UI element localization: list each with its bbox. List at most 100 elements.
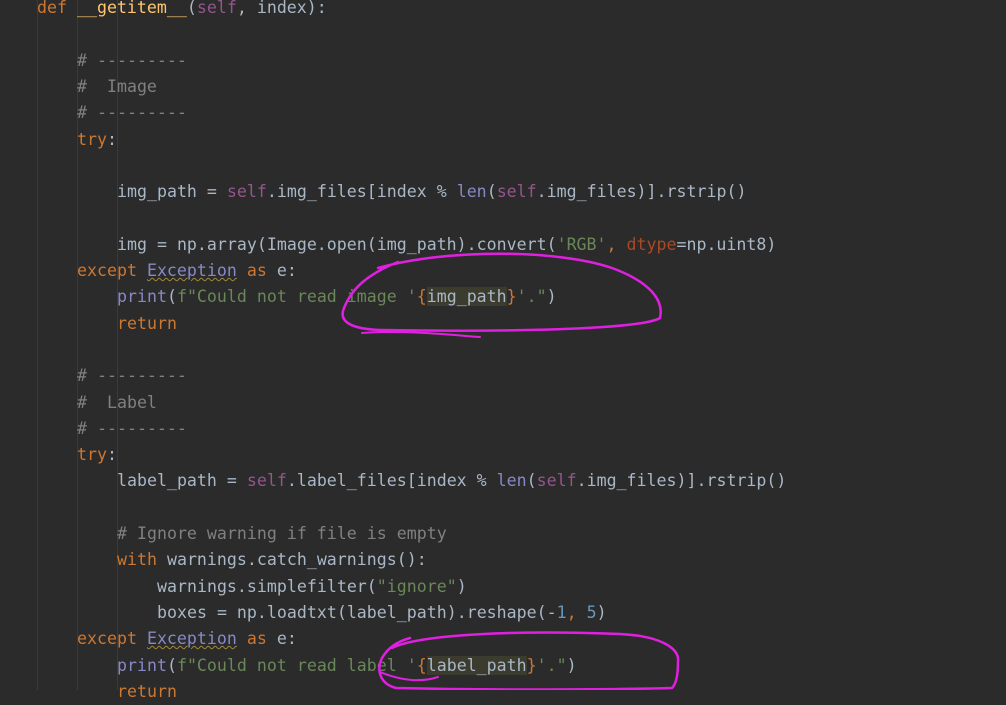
code-token: e: [266,261,297,280]
code-line[interactable]: return [117,311,177,337]
code-line[interactable]: # --------- [77,48,187,74]
code-token: ( [166,287,177,307]
code-token: '." [536,655,567,675]
code-line[interactable]: # --------- [77,416,187,442]
code-token: .img_files)].rstrip() [536,182,747,202]
code-line[interactable]: with warnings.catch_warnings(): [117,547,427,573]
code-token: Exception [146,261,237,280]
code-token: "ignore" [376,576,457,596]
code-token: } [506,287,517,307]
code-token: # Ignore warning if file is empty [117,524,447,543]
code-token: e: [266,629,297,649]
code-line[interactable]: try: [77,127,117,153]
code-token: ( [186,0,197,17]
code-line[interactable]: label_path = self.label_files[index % le… [117,468,786,494]
code-token: print [117,655,167,675]
code-line[interactable]: return [117,679,177,705]
code-token: warnings.catch_warnings(): [156,550,427,570]
code-token: # --------- [77,418,187,438]
code-token: label_path = [117,471,247,491]
code-token: # Image [77,76,157,96]
code-token: , [566,602,587,622]
code-token: ( [166,655,177,675]
code-token: print [117,287,167,307]
code-line[interactable]: # --------- [77,363,187,389]
code-token: =np.uint8) [676,234,777,254]
code-token: 'RGB' [556,234,607,254]
code-token: __getitem__ [76,0,187,17]
code-token: except [77,261,137,280]
code-token: self [196,0,237,17]
code-token: return [117,313,177,333]
code-token: try [77,129,107,149]
code-token: .img_files[index % [266,182,457,202]
code-token: { [416,287,427,307]
code-token: img_path [426,287,507,307]
code-line[interactable]: # --------- [77,100,187,126]
code-token: { [416,655,427,675]
code-line[interactable]: except Exception as e: [77,258,297,284]
code-token: .img_files)].rstrip() [576,471,787,491]
code-token: try [77,445,107,465]
code-token: self [226,182,267,202]
code-line[interactable]: boxes = np.loadtxt(label_path).reshape(-… [157,600,607,626]
code-token: dtype [626,234,677,254]
code-token: with [117,550,157,570]
code-line[interactable]: img = np.array(Image.open(img_path).conv… [117,232,776,258]
code-token: ) [566,655,577,675]
code-token: : [106,445,117,465]
code-token: self [246,471,287,491]
code-line[interactable]: warnings.simplefilter("ignore") [157,574,467,600]
code-token: , [606,234,627,254]
code-editor[interactable]: def __getitem__(self, index): # ---------… [0,0,1006,701]
code-line[interactable]: # Label [77,390,157,416]
code-token: # --------- [77,50,187,70]
code-token: label_path [426,655,527,675]
code-token: img_path = [117,182,227,202]
code-token: Exception [146,629,237,649]
code-line[interactable]: print(f"Could not read image '{img_path}… [117,284,557,310]
code-line[interactable]: def __getitem__(self, index): [37,0,327,21]
code-token: def [37,0,67,17]
code-token: boxes = np.loadtxt(label_path).reshape(- [157,602,557,622]
code-token: # Label [77,392,157,412]
code-token: img = np.array(Image.open(img_path).conv… [117,234,557,254]
code-token: len [496,471,527,491]
code-token: ( [526,471,537,491]
code-token: self [536,471,577,491]
code-token: 1 [556,602,567,622]
code-line[interactable]: # Ignore warning if file is empty [117,521,447,547]
code-token: self [496,182,537,202]
code-token: # --------- [77,366,187,386]
code-token: , index): [236,0,327,17]
code-token: ) [546,287,557,307]
code-line[interactable]: except Exception as e: [77,626,297,652]
code-line[interactable]: print(f"Could not read label '{label_pat… [117,653,577,679]
code-token: return [117,681,177,701]
code-token: as [246,261,267,280]
code-line[interactable]: img_path = self.img_files[index % len(se… [117,179,746,205]
code-token: len [456,182,487,202]
code-token: warnings.simplefilter( [157,576,377,596]
code-line[interactable]: # Image [77,74,157,100]
code-token: as [246,629,267,649]
code-token: } [526,655,537,675]
code-token: : [106,129,117,149]
code-token: ) [456,576,467,596]
code-token: # --------- [77,103,187,123]
code-token: f"Could not read label ' [176,655,417,675]
code-token: 5 [586,602,597,622]
code-token: '." [516,287,547,307]
code-token: except [77,629,137,649]
code-token: ) [596,602,607,622]
code-token: ( [486,182,497,202]
code-line[interactable]: try: [77,442,117,468]
code-token: f"Could not read image ' [176,287,417,307]
code-token: .label_files[index % [286,471,497,491]
indent-guide [37,0,38,690]
